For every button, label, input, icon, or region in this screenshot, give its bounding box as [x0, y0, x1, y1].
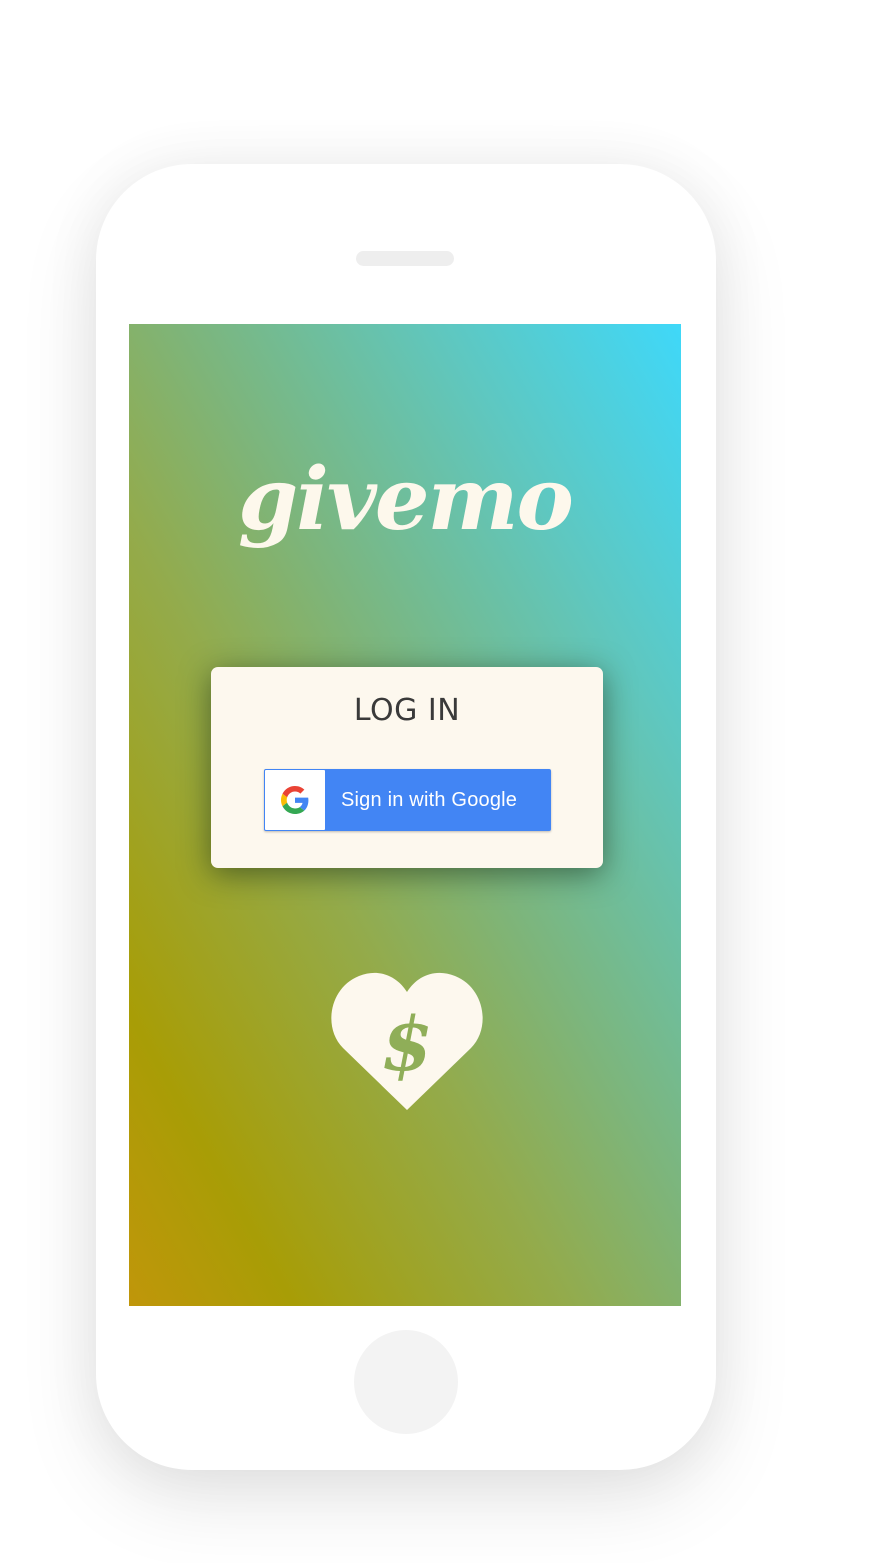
login-card: LOG IN Sign in with Google	[211, 667, 603, 868]
stage: givemo LOG IN Sign in with Google $	[0, 0, 876, 1563]
dollar-sign: $	[381, 1002, 433, 1088]
google-g-icon	[281, 786, 309, 814]
home-button[interactable]	[354, 1330, 458, 1434]
phone-mockup: givemo LOG IN Sign in with Google $	[96, 164, 716, 1470]
app-logo: givemo	[238, 449, 574, 550]
google-sign-in-label: Sign in with Google	[341, 789, 518, 811]
google-icon-container	[265, 770, 325, 830]
heart-dollar-icon: $	[331, 972, 483, 1110]
phone-speaker	[356, 251, 454, 266]
login-title: LOG IN	[353, 693, 461, 728]
app-screen: givemo LOG IN Sign in with Google $	[129, 324, 681, 1306]
google-sign-in-button[interactable]: Sign in with Google	[264, 769, 551, 831]
